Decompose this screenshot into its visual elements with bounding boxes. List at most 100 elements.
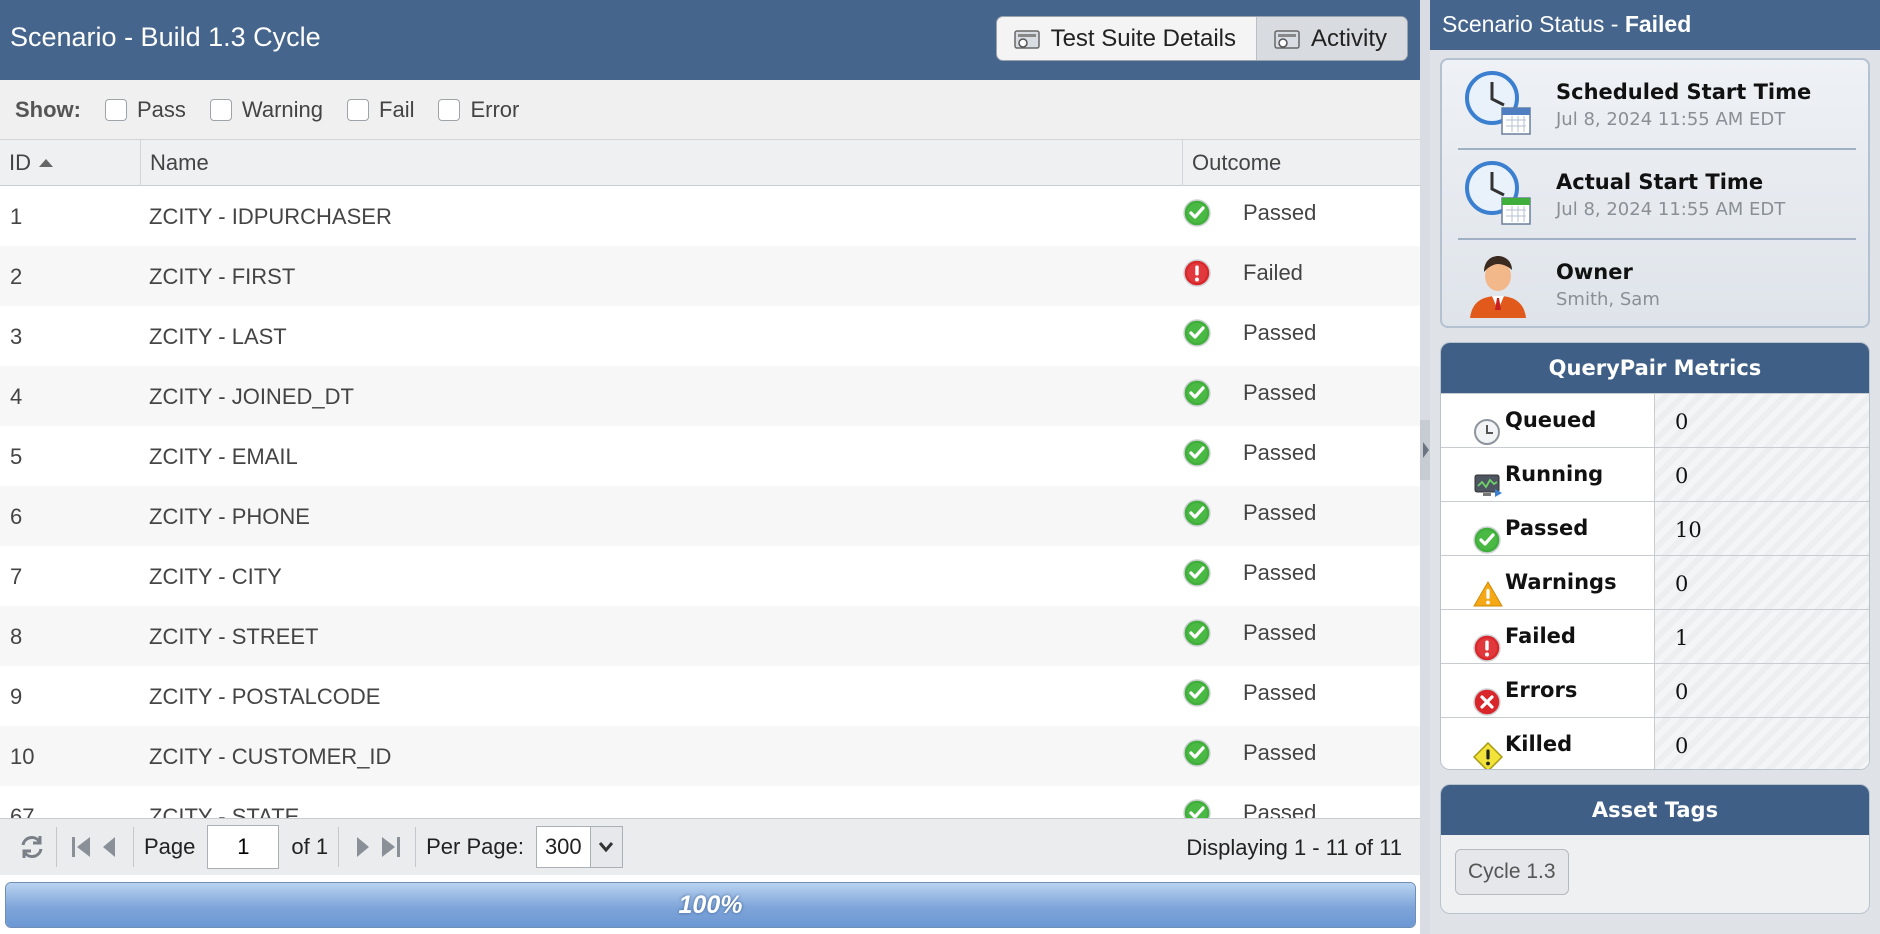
metric-value: 0 <box>1675 572 1689 596</box>
last-page-icon[interactable] <box>377 827 405 867</box>
metric-row-warnings: Warnings 0 <box>1441 555 1869 609</box>
status-title-prefix: Scenario Status - <box>1442 11 1625 37</box>
row-outcome-label: Passed <box>1243 380 1317 405</box>
prev-page-icon[interactable] <box>95 827 123 867</box>
error-checkbox[interactable] <box>438 98 461 121</box>
passed-icon <box>1183 319 1227 347</box>
metric-label-cell: Failed <box>1441 610 1655 663</box>
filter-pass[interactable]: Pass <box>105 97 186 123</box>
actual-start-value: Jul 8, 2024 11:55 AM EDT <box>1556 199 1786 220</box>
column-header-id[interactable]: ID <box>0 140 141 186</box>
passed-icon <box>1183 739 1227 767</box>
row-outcome-label: Passed <box>1243 800 1317 818</box>
pagination-toolbar: Page of 1 Per Page: 300 Displaying 1 - 1… <box>0 818 1420 875</box>
metric-value: 0 <box>1675 410 1689 434</box>
column-name-label: Name <box>150 150 209 175</box>
table-row[interactable]: 1 ZCITY - IDPURCHASER Passed <box>0 186 1420 246</box>
progress-bar: 100% <box>5 882 1416 928</box>
table-row[interactable]: 10 ZCITY - CUSTOMER_ID Passed <box>0 726 1420 786</box>
metric-label: Running <box>1505 462 1604 486</box>
column-outcome-label: Outcome <box>1192 150 1282 175</box>
row-name: ZCITY - STREET <box>149 624 319 649</box>
page-number-input[interactable] <box>207 825 280 869</box>
metric-label-cell: Queued <box>1441 394 1655 447</box>
column-header-outcome[interactable]: Outcome <box>1183 140 1420 186</box>
table-row[interactable]: 3 ZCITY - LAST Passed <box>0 306 1420 366</box>
asset-tag[interactable]: Cycle 1.3 <box>1455 849 1569 895</box>
table-row[interactable]: 6 ZCITY - PHONE Passed <box>0 486 1420 546</box>
row-id: 9 <box>10 684 23 709</box>
app-window: Scenario - Build 1.3 Cycle Test Suite De… <box>0 0 1880 934</box>
metric-value-cell: 0 <box>1655 394 1869 447</box>
next-page-icon[interactable] <box>349 827 377 867</box>
asset-tags-title: Asset Tags <box>1441 785 1869 835</box>
metric-value: 0 <box>1675 680 1689 704</box>
row-name: ZCITY - IDPURCHASER <box>149 204 392 229</box>
metrics-title: QueryPair Metrics <box>1441 343 1869 393</box>
report-icon <box>1013 29 1040 49</box>
filter-error[interactable]: Error <box>438 97 519 123</box>
metric-value-cell: 1 <box>1655 610 1869 663</box>
table-header: ID Name Outcome <box>0 140 1420 186</box>
metric-row-running: Running 0 <box>1441 447 1869 501</box>
table-row[interactable]: 4 ZCITY - JOINED_DT Passed <box>0 366 1420 426</box>
metric-row-passed: Passed 10 <box>1441 501 1869 555</box>
metric-label-cell: Warnings <box>1441 556 1655 609</box>
table-row[interactable]: 7 ZCITY - CITY Passed <box>0 546 1420 606</box>
passed-icon <box>1183 559 1227 587</box>
passed-icon <box>1183 799 1227 818</box>
querypair-metrics-panel: QueryPair Metrics Queued 0 Running 0 Passed 1… <box>1440 342 1870 770</box>
filter-fail[interactable]: Fail <box>347 97 414 123</box>
activity-button[interactable]: Activity <box>1255 17 1407 60</box>
metric-label: Passed <box>1505 516 1589 540</box>
scenario-info-card: Scheduled Start Time Jul 8, 2024 11:55 A… <box>1440 58 1870 328</box>
page-label: Page <box>144 834 196 859</box>
per-page-select[interactable]: 300 <box>535 826 623 868</box>
test-suite-details-button[interactable]: Test Suite Details <box>997 17 1256 60</box>
metric-label-cell: Killed <box>1441 718 1655 769</box>
passed-icon <box>1183 439 1227 467</box>
fail-checkbox[interactable] <box>347 98 370 121</box>
filter-warning[interactable]: Warning <box>209 97 323 123</box>
table-row[interactable]: 2 ZCITY - FIRST Failed <box>0 246 1420 306</box>
row-outcome: Passed <box>1183 679 1316 707</box>
row-id: 67 <box>10 804 35 818</box>
first-page-icon[interactable] <box>67 827 95 867</box>
metric-label-cell: Running <box>1441 448 1655 501</box>
row-outcome-label: Passed <box>1243 680 1317 705</box>
row-name: ZCITY - JOINED_DT <box>149 384 354 409</box>
refresh-icon[interactable] <box>18 827 46 867</box>
pass-label: Pass <box>137 96 186 122</box>
warning-checkbox[interactable] <box>209 98 232 121</box>
metric-label: Errors <box>1505 678 1578 702</box>
column-header-name[interactable]: Name <box>141 140 1183 186</box>
row-id: 6 <box>10 504 23 529</box>
per-page-label: Per Page: <box>426 834 524 859</box>
table-row[interactable]: 9 ZCITY - POSTALCODE Passed <box>0 666 1420 726</box>
row-id: 1 <box>10 204 23 229</box>
activity-label: Activity <box>1310 24 1387 52</box>
pass-checkbox[interactable] <box>105 98 127 121</box>
row-name: ZCITY - EMAIL <box>149 444 298 469</box>
metric-value-cell: 0 <box>1655 556 1869 609</box>
table-row[interactable]: 8 ZCITY - STREET Passed <box>0 606 1420 666</box>
per-page-value: 300 <box>544 834 582 859</box>
metric-label: Killed <box>1505 732 1573 756</box>
row-id: 5 <box>10 444 23 469</box>
row-name: ZCITY - STATE <box>149 804 300 818</box>
scheduled-start-title: Scheduled Start Time <box>1556 80 1812 104</box>
row-id: 2 <box>10 264 23 289</box>
error-label: Error <box>470 96 520 122</box>
table-row[interactable]: 5 ZCITY - EMAIL Passed <box>0 426 1420 486</box>
row-name: ZCITY - LAST <box>149 324 287 349</box>
metric-value: 0 <box>1675 734 1689 758</box>
row-outcome-label: Passed <box>1243 740 1317 765</box>
row-id: 10 <box>10 744 35 769</box>
chevron-down-icon[interactable] <box>589 827 622 867</box>
actual-start-row: Actual Start Time Jul 8, 2024 11:55 AM E… <box>1442 150 1872 238</box>
view-toggle-group: Test Suite Details Activity <box>995 16 1408 61</box>
row-outcome-label: Passed <box>1243 200 1317 225</box>
metrics-table: Queued 0 Running 0 Passed 10 Warnings 0 Failed 1 E… <box>1441 393 1869 769</box>
table-row[interactable]: 67 ZCITY - STATE Passed <box>0 786 1420 818</box>
actual-clock-icon <box>1465 161 1531 225</box>
